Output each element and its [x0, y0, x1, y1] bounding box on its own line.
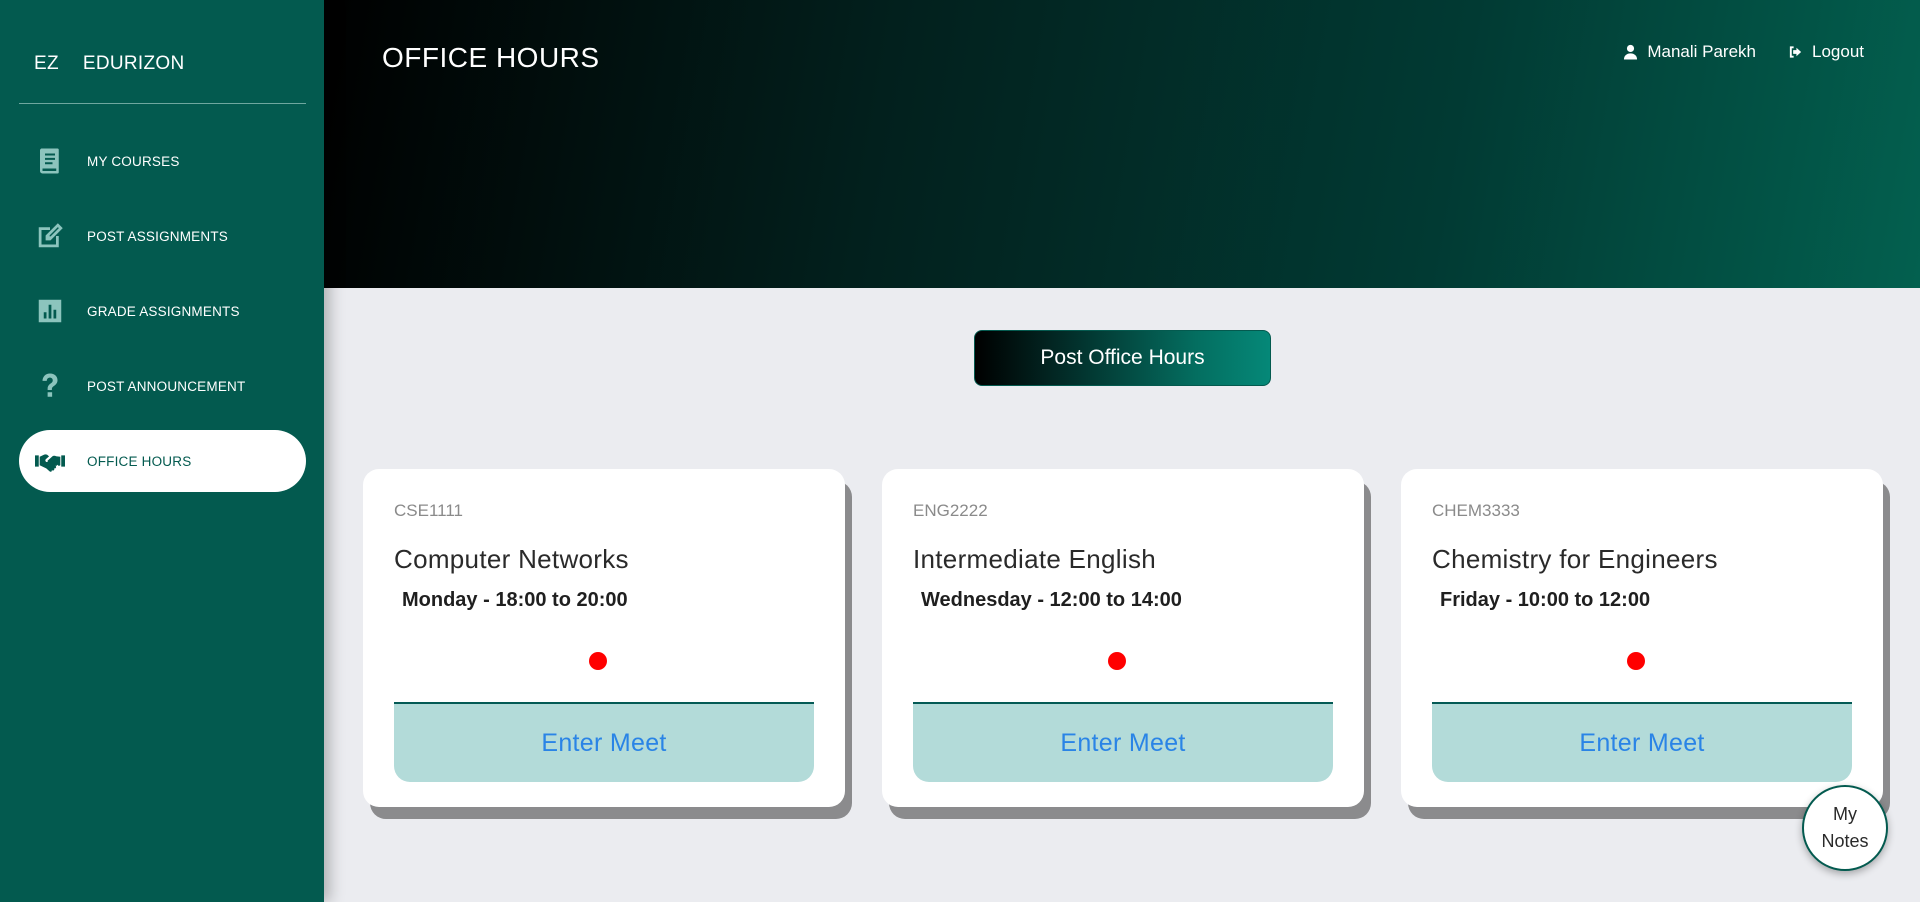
office-hours-card: CHEM3333 Chemistry for Engineers Friday …	[1401, 469, 1883, 807]
sidebar-item-label: GRADE ASSIGNMENTS	[87, 303, 240, 319]
chart-icon	[33, 294, 67, 328]
course-code: CSE1111	[394, 501, 463, 520]
page-title: OFFICE HOURS	[382, 42, 600, 73]
user-icon	[1624, 44, 1638, 60]
brand-divider	[19, 103, 306, 104]
brand-short: EZ	[34, 53, 59, 74]
office-hours-schedule: Friday - 10:00 to 12:00	[1440, 589, 1651, 611]
office-hours-card: ENG2222 Intermediate English Wednesday -…	[882, 469, 1364, 807]
sidebar-item-label: POST ASSIGNMENTS	[87, 228, 228, 244]
status-indicator	[1108, 652, 1126, 670]
sidebar: EZ EDURIZON MY COURSES POST ASSIGNMENTS …	[0, 0, 324, 902]
sidebar-item-label: OFFICE HOURS	[87, 453, 192, 469]
course-code: ENG2222	[913, 501, 988, 520]
post-office-hours-button[interactable]: Post Office Hours	[974, 330, 1271, 386]
course-name: Chemistry for Engineers	[1432, 544, 1718, 574]
sidebar-item-my-courses[interactable]: MY COURSES	[19, 130, 306, 192]
course-code: CHEM3333	[1432, 501, 1520, 520]
brand-name: EDURIZON	[82, 53, 185, 74]
my-notes-line1: My	[1833, 804, 1857, 824]
office-hours-card: CSE1111 Computer Networks Monday - 18:00…	[363, 469, 845, 807]
enter-meet-button[interactable]: Enter Meet	[1432, 702, 1852, 782]
office-hours-schedule: Monday - 18:00 to 20:00	[402, 589, 628, 611]
logout-icon	[1789, 46, 1802, 58]
course-name: Computer Networks	[394, 544, 629, 574]
sidebar-item-post-assignments[interactable]: POST ASSIGNMENTS	[19, 205, 306, 267]
sidebar-item-post-announcement[interactable]: POST ANNOUNCEMENT	[19, 355, 306, 417]
my-notes-line2: Notes	[1821, 831, 1869, 851]
sidebar-item-label: MY COURSES	[87, 153, 180, 169]
sidebar-item-office-hours[interactable]: OFFICE HOURS	[19, 430, 306, 492]
user-area: Manali Parekh Logout	[1623, 42, 1864, 62]
my-notes-button[interactable]: My Notes	[1802, 785, 1888, 871]
office-hours-schedule: Wednesday - 12:00 to 14:00	[921, 589, 1182, 611]
sidebar-item-label: POST ANNOUNCEMENT	[87, 378, 246, 394]
brand-logo[interactable]: EZ EDURIZON	[34, 53, 185, 75]
status-indicator	[1627, 652, 1645, 670]
logout-link[interactable]: Logout	[1788, 42, 1864, 62]
course-name: Intermediate English	[913, 544, 1157, 574]
status-indicator	[589, 652, 607, 670]
enter-meet-button[interactable]: Enter Meet	[913, 702, 1333, 782]
sidebar-item-grade-assignments[interactable]: GRADE ASSIGNMENTS	[19, 280, 306, 342]
question-icon	[33, 369, 67, 403]
page-header: OFFICE HOURS Manali Parekh Logout	[324, 0, 1920, 288]
logout-label: Logout	[1812, 42, 1864, 61]
handshake-icon	[33, 444, 67, 478]
user-profile-link[interactable]: Manali Parekh	[1623, 42, 1756, 62]
edit-icon	[33, 219, 67, 253]
book-icon	[33, 144, 67, 178]
user-name: Manali Parekh	[1647, 42, 1756, 61]
enter-meet-button[interactable]: Enter Meet	[394, 702, 814, 782]
